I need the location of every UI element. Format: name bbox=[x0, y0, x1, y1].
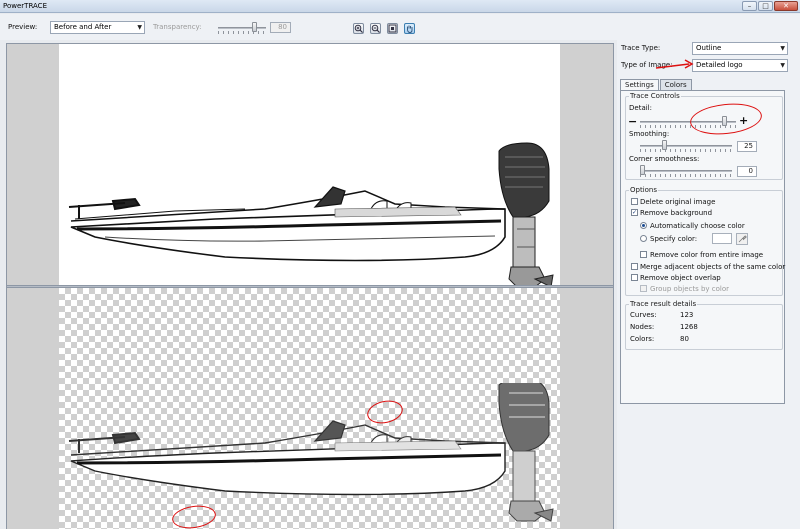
traced-boat-image bbox=[68, 383, 554, 522]
delete-original-checkbox[interactable] bbox=[631, 198, 638, 205]
smoothing-ticks bbox=[640, 149, 732, 152]
trace-controls-title: Trace Controls bbox=[629, 92, 681, 100]
zoom-in-icon bbox=[354, 24, 363, 33]
smoothing-slider[interactable] bbox=[640, 145, 732, 147]
preview-dropdown[interactable]: Before and After ▼ bbox=[50, 21, 145, 34]
corner-smoothness-slider[interactable] bbox=[640, 170, 732, 172]
type-of-image-value: Detailed logo bbox=[696, 61, 743, 69]
chevron-down-icon: ▼ bbox=[780, 45, 785, 52]
transparency-slider[interactable] bbox=[218, 27, 266, 29]
transparency-value[interactable]: 80 bbox=[270, 22, 291, 33]
colors-value: 80 bbox=[680, 335, 689, 343]
transparency-slider-thumb[interactable] bbox=[252, 22, 258, 32]
preview-area[interactable] bbox=[6, 43, 614, 529]
tab-colors[interactable]: Colors bbox=[659, 79, 692, 90]
remove-background-label: Remove background bbox=[640, 209, 713, 217]
corner-smoothness-value[interactable]: 0 bbox=[737, 166, 757, 177]
after-preview-pane[interactable] bbox=[7, 288, 613, 529]
curves-label: Curves: bbox=[630, 311, 657, 319]
window-title: PowerTRACE bbox=[3, 2, 47, 10]
annotation-arrow-icon bbox=[655, 59, 694, 69]
pan-button[interactable] bbox=[404, 23, 415, 34]
remove-entire-checkbox[interactable] bbox=[640, 251, 647, 258]
trace-type-dropdown[interactable]: Outline ▼ bbox=[692, 42, 788, 55]
nodes-value: 1268 bbox=[680, 323, 698, 331]
eyedropper-button[interactable] bbox=[736, 233, 748, 245]
group-by-color-checkbox[interactable] bbox=[640, 285, 647, 292]
detail-label: Detail: bbox=[629, 104, 652, 112]
title-bar: PowerTRACE – □ ✕ bbox=[0, 0, 800, 13]
trace-results-title: Trace result details bbox=[629, 300, 698, 308]
maximize-button[interactable]: □ bbox=[758, 1, 773, 11]
trace-type-value: Outline bbox=[696, 44, 722, 52]
zoom-in-button[interactable] bbox=[353, 23, 364, 34]
smoothing-slider-thumb[interactable] bbox=[661, 140, 667, 150]
zoom-out-icon bbox=[371, 24, 380, 33]
transparency-label: Transparency: bbox=[153, 23, 202, 31]
group-by-color-label: Group objects by color bbox=[650, 285, 730, 293]
remove-overlap-checkbox[interactable] bbox=[631, 274, 638, 281]
fit-to-window-button[interactable] bbox=[387, 23, 398, 34]
merge-adjacent-label: Merge adjacent objects of the same color bbox=[640, 263, 786, 271]
detail-decrease-button[interactable]: − bbox=[628, 115, 637, 128]
color-swatch[interactable] bbox=[712, 233, 732, 244]
eyedropper-icon bbox=[738, 235, 747, 243]
chevron-down-icon: ▼ bbox=[780, 62, 785, 69]
transparency-ticks bbox=[218, 31, 266, 34]
type-of-image-dropdown[interactable]: Detailed logo ▼ bbox=[692, 59, 788, 72]
remove-entire-label: Remove color from entire image bbox=[650, 251, 764, 259]
remove-overlap-label: Remove object overlap bbox=[640, 274, 721, 282]
colors-label: Colors: bbox=[630, 335, 655, 343]
fit-to-window-icon bbox=[388, 24, 397, 33]
settings-tabs: Settings Colors bbox=[620, 79, 693, 91]
minimize-button[interactable]: – bbox=[742, 1, 757, 11]
merge-adjacent-checkbox[interactable] bbox=[631, 263, 638, 270]
corner-smoothness-slider-thumb[interactable] bbox=[640, 165, 645, 175]
curves-value: 123 bbox=[680, 311, 694, 319]
specify-color-label: Specify color: bbox=[650, 235, 698, 243]
specify-color-radio[interactable] bbox=[640, 235, 647, 242]
preview-dropdown-value: Before and After bbox=[54, 23, 112, 31]
close-button[interactable]: ✕ bbox=[774, 1, 798, 11]
trace-type-label: Trace Type: bbox=[621, 44, 661, 52]
remove-background-checkbox[interactable]: ✓ bbox=[631, 209, 638, 216]
zoom-out-button[interactable] bbox=[370, 23, 381, 34]
original-boat-image bbox=[68, 142, 554, 285]
nodes-label: Nodes: bbox=[630, 323, 655, 331]
smoothing-value[interactable]: 25 bbox=[737, 141, 757, 152]
smoothing-label: Smoothing: bbox=[629, 130, 670, 138]
corner-smoothness-label: Corner smoothness: bbox=[629, 155, 700, 163]
auto-color-radio[interactable] bbox=[640, 222, 647, 229]
chevron-down-icon: ▼ bbox=[137, 24, 142, 31]
auto-color-label: Automatically choose color bbox=[650, 222, 745, 230]
corner-smoothness-ticks bbox=[640, 174, 732, 177]
delete-original-label: Delete original image bbox=[640, 198, 716, 206]
options-title: Options bbox=[629, 186, 659, 194]
preview-label: Preview: bbox=[8, 23, 38, 31]
before-preview-pane[interactable] bbox=[7, 44, 613, 285]
window-controls: – □ ✕ bbox=[742, 1, 798, 11]
pan-hand-icon bbox=[407, 25, 413, 33]
